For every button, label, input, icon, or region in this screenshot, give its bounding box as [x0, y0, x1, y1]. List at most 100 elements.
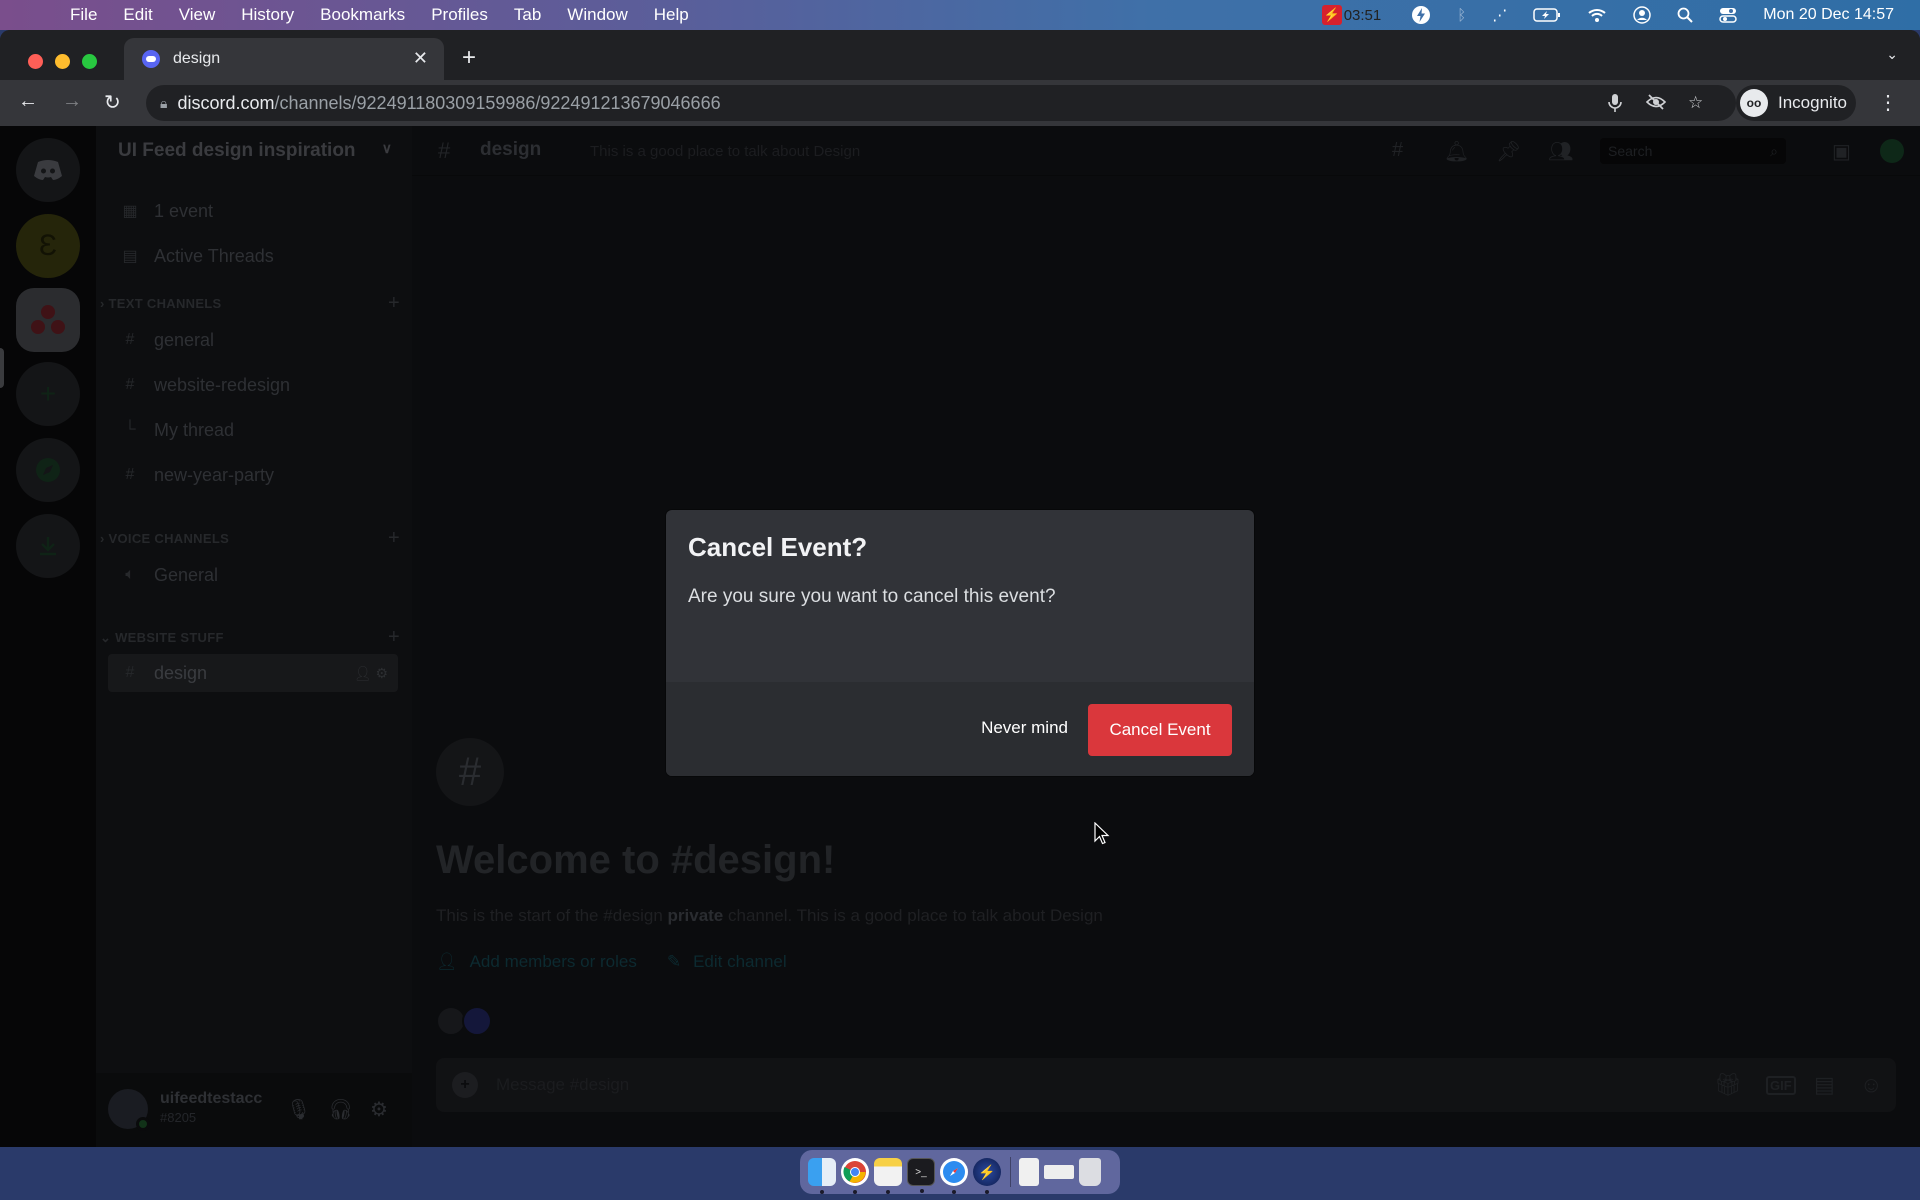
- menu-tab[interactable]: Tab: [514, 5, 541, 25]
- menubar-clock[interactable]: Mon 20 Dec 14:57: [1763, 6, 1894, 24]
- inbox-icon[interactable]: ▣: [1832, 139, 1851, 164]
- add-members-link[interactable]: 👤︎ Add members or roles: [436, 952, 637, 972]
- bookmark-star-icon[interactable]: ☆: [1688, 93, 1703, 113]
- menu-edit[interactable]: Edit: [123, 5, 152, 25]
- dock-notes-icon[interactable]: [874, 1158, 902, 1194]
- microphone-icon[interactable]: 🎙︎: [286, 1097, 311, 1122]
- server-name-header[interactable]: UI Feed design inspiration ∨: [118, 140, 398, 162]
- create-channel-plus-icon[interactable]: +: [388, 626, 400, 649]
- control-center-icon[interactable]: [1719, 6, 1737, 24]
- channel-topic[interactable]: This is a good place to talk about Desig…: [590, 143, 860, 160]
- explore-servers-icon[interactable]: [16, 438, 80, 502]
- member-avatars: [436, 1006, 492, 1036]
- threads-icon[interactable]: #: [1392, 139, 1403, 162]
- search-placeholder: Search: [1608, 143, 1653, 159]
- new-tab-button[interactable]: +: [462, 44, 476, 72]
- url-path: /channels/922491180309159986/92249121367…: [274, 92, 721, 113]
- category-website-stuff[interactable]: ⌄ WEBSITE STUFF +: [100, 626, 400, 648]
- dock-terminal-icon[interactable]: >_: [907, 1158, 935, 1193]
- channel-design[interactable]: # design 👤︎ ⚙: [108, 654, 398, 692]
- category-label: VOICE CHANNELS: [108, 531, 230, 546]
- user-icon[interactable]: [1633, 6, 1651, 24]
- wifi-icon[interactable]: [1587, 7, 1607, 23]
- eye-slash-icon[interactable]: [1645, 93, 1667, 116]
- sidebar-events[interactable]: ▦ 1 event: [108, 192, 398, 230]
- sidebar-active-threads[interactable]: ▤ Active Threads: [108, 237, 398, 275]
- dock-safari-icon[interactable]: [940, 1158, 968, 1194]
- search-input[interactable]: Search ⌕: [1600, 138, 1786, 164]
- notification-bell-icon[interactable]: 🔔︎: [1444, 139, 1469, 164]
- close-window-button[interactable]: [28, 54, 43, 69]
- microphone-icon[interactable]: [1608, 93, 1622, 118]
- voice-channel-general[interactable]: 🔈︎ General: [108, 556, 398, 594]
- reload-button[interactable]: ↻: [104, 90, 121, 115]
- user-settings-gear-icon[interactable]: ⚙: [370, 1097, 388, 1122]
- create-channel-plus-icon[interactable]: +: [388, 527, 400, 550]
- dock-trash-icon[interactable]: [1079, 1158, 1101, 1186]
- menu-help[interactable]: Help: [654, 5, 689, 25]
- member-avatar[interactable]: [462, 1006, 492, 1036]
- never-mind-button[interactable]: Never mind: [981, 718, 1068, 738]
- user-avatar[interactable]: [108, 1089, 150, 1131]
- macos-menu-bar: Chrome File Edit View History Bookmarks …: [0, 0, 1920, 1117]
- emoji-icon[interactable]: ☺: [1860, 1072, 1882, 1098]
- category-text-channels[interactable]: › TEXT CHANNELS +: [100, 292, 400, 314]
- dock-preview-icon[interactable]: [1019, 1158, 1039, 1186]
- attach-plus-icon[interactable]: +: [452, 1072, 478, 1098]
- menu-profiles[interactable]: Profiles: [431, 5, 488, 25]
- channel-general[interactable]: # general: [108, 321, 398, 359]
- sticker-icon[interactable]: ▤: [1814, 1072, 1835, 1098]
- menu-view[interactable]: View: [179, 5, 216, 25]
- spotlight-icon[interactable]: [1677, 7, 1693, 23]
- channel-label: website-redesign: [154, 374, 291, 395]
- zoom-window-button[interactable]: [82, 54, 97, 69]
- hash-icon: #: [125, 331, 135, 348]
- message-composer[interactable]: + Message #design 🎁︎ GIF ▤ ☺: [436, 1058, 1896, 1112]
- pin-icon[interactable]: 📌︎: [1496, 139, 1521, 164]
- address-bar[interactable]: 🔒︎ discord.com/channels/9224911803091599…: [146, 85, 1736, 121]
- gift-icon[interactable]: 🎁︎: [1714, 1072, 1742, 1098]
- back-button[interactable]: ←: [18, 90, 38, 113]
- discord-favicon-icon: [142, 50, 160, 68]
- edit-channel-link[interactable]: ✎ Edit channel: [667, 952, 787, 972]
- channel-website-redesign[interactable]: # website-redesign: [108, 366, 398, 404]
- create-channel-plus-icon[interactable]: +: [388, 292, 400, 315]
- dock-finder-icon[interactable]: [808, 1158, 836, 1194]
- cancel-event-button[interactable]: Cancel Event: [1088, 704, 1232, 756]
- add-server-icon[interactable]: +: [16, 362, 80, 426]
- lock-icon[interactable]: 🔒︎: [160, 95, 167, 112]
- channel-new-year-party[interactable]: # new-year-party: [108, 456, 398, 494]
- help-icon[interactable]: [1880, 139, 1904, 163]
- close-tab-icon[interactable]: ✕: [413, 48, 428, 69]
- menu-bookmarks[interactable]: Bookmarks: [320, 5, 405, 25]
- home-discord-icon[interactable]: [16, 138, 80, 202]
- invite-and-settings-icons[interactable]: 👤︎ ⚙: [354, 665, 388, 682]
- headphones-icon[interactable]: 🎧︎: [328, 1097, 353, 1122]
- incognito-profile-button[interactable]: oo Incognito: [1736, 85, 1856, 121]
- battery-icon[interactable]: [1533, 8, 1561, 22]
- download-apps-icon[interactable]: [16, 514, 80, 578]
- browser-tab-design[interactable]: design ✕: [124, 38, 444, 80]
- server-ui-feed-icon[interactable]: [16, 288, 80, 352]
- macos-dock: >_ ⚡: [800, 1150, 1120, 1194]
- menu-history[interactable]: History: [241, 5, 294, 25]
- tab-search-chevron-icon[interactable]: ⌄: [1886, 46, 1898, 63]
- dock-reeder-icon[interactable]: ⚡: [973, 1158, 1001, 1194]
- menu-file[interactable]: File: [70, 5, 97, 25]
- dock-chrome-icon[interactable]: [841, 1158, 869, 1194]
- channel-label: general: [154, 329, 215, 350]
- recording-indicator[interactable]: ⚡ 03:51: [1321, 5, 1381, 25]
- dock-screenshot-icon[interactable]: [1044, 1165, 1074, 1179]
- bolt-icon[interactable]: [1411, 5, 1431, 25]
- member-list-icon[interactable]: 👥︎: [1548, 139, 1573, 164]
- forward-button[interactable]: →: [62, 90, 82, 113]
- thread-my-thread[interactable]: └ My thread: [108, 411, 398, 449]
- minimize-window-button[interactable]: [55, 54, 70, 69]
- chrome-menu-icon[interactable]: ⋮: [1878, 90, 1898, 115]
- category-voice-channels[interactable]: › VOICE CHANNELS +: [100, 527, 400, 549]
- bluetooth-icon[interactable]: ᛒ: [1457, 7, 1466, 24]
- dots-icon[interactable]: ⋰: [1492, 6, 1507, 24]
- gif-icon[interactable]: GIF: [1766, 1076, 1796, 1095]
- menu-window[interactable]: Window: [567, 5, 627, 25]
- server-mailchimp-icon[interactable]: Ɛ: [16, 214, 80, 278]
